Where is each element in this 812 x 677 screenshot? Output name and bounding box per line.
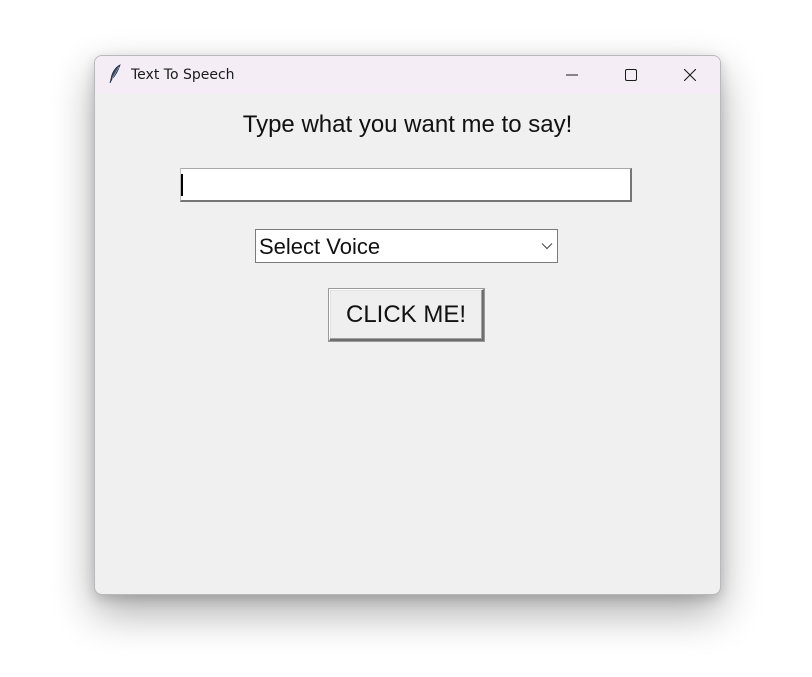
close-icon	[684, 69, 696, 81]
maximize-button[interactable]	[602, 56, 660, 94]
text-cursor	[181, 174, 183, 196]
voice-select[interactable]: Select Voice	[255, 229, 558, 263]
speak-button[interactable]: CLICK ME!	[329, 289, 484, 341]
close-button[interactable]	[661, 56, 719, 94]
voice-select-value: Select Voice	[259, 234, 381, 259]
app-window: Text To Speech Type what you want me to …	[94, 55, 721, 595]
chevron-down-icon	[541, 243, 553, 250]
maximize-icon	[625, 69, 637, 81]
minimize-icon	[566, 74, 578, 76]
prompt-heading: Type what you want me to say!	[242, 111, 573, 138]
minimize-button[interactable]	[543, 56, 601, 94]
feather-icon	[109, 64, 121, 84]
window-title: Text To Speech	[131, 67, 235, 83]
speech-text-input[interactable]	[180, 168, 632, 202]
title-bar[interactable]: Text To Speech	[95, 56, 720, 94]
window-content: Type what you want me to say! Select Voi…	[95, 94, 720, 594]
